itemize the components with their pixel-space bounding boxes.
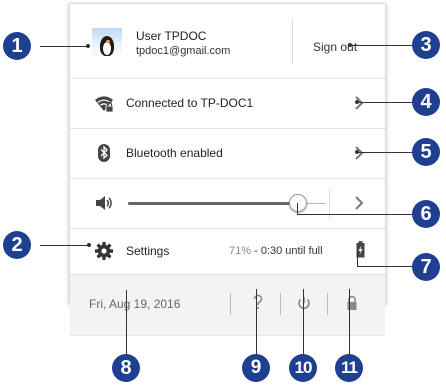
- callout-10: 10: [289, 354, 317, 382]
- callout-5: 5: [412, 138, 440, 166]
- date-label: Fri, Aug 19, 2016: [89, 297, 181, 311]
- leader-line: [357, 266, 412, 267]
- battery-separator: -: [251, 245, 261, 257]
- leader-line: [349, 289, 350, 355]
- system-tray-menu: User TPDOC tpdoc1@gmail.com Sign out Con…: [69, 3, 386, 336]
- leader-line: [40, 46, 87, 47]
- leader-dot: [355, 150, 359, 154]
- wifi-locked-icon: [95, 96, 114, 113]
- bluetooth-label: Bluetooth enabled: [126, 146, 223, 160]
- leader-dot: [355, 100, 359, 104]
- callout-7: 7: [412, 253, 440, 281]
- network-row[interactable]: Connected to TP-DOC1: [70, 79, 385, 129]
- bluetooth-row[interactable]: Bluetooth enabled: [70, 129, 385, 179]
- leader-dot: [348, 43, 352, 47]
- battery-percent: 71%: [229, 245, 252, 257]
- power-icon[interactable]: [294, 292, 314, 314]
- leader-dot: [86, 44, 90, 48]
- leader-line: [256, 289, 257, 355]
- user-avatar: [92, 28, 122, 58]
- callout-8: 8: [112, 354, 140, 382]
- leader-line: [350, 45, 412, 46]
- network-label: Connected to TP-DOC1: [126, 96, 254, 110]
- divider: [327, 293, 328, 315]
- leader-line: [357, 152, 412, 153]
- leader-line: [297, 214, 412, 215]
- lock-icon[interactable]: [342, 292, 362, 314]
- settings-row: Settings 71% - 0:30 until full: [70, 229, 385, 274]
- battery-time-left: 0:30 until full: [260, 245, 323, 257]
- callout-2: 2: [3, 231, 31, 259]
- footer-bar: Fri, Aug 19, 2016: [70, 274, 385, 336]
- volume-slider-track[interactable]: [128, 202, 298, 205]
- user-email: tpdoc1@gmail.com: [136, 45, 231, 57]
- leader-line: [126, 290, 127, 355]
- callout-9: 9: [242, 354, 270, 382]
- callout-4: 4: [412, 88, 440, 116]
- divider: [230, 293, 231, 315]
- battery-status: 71% - 0:30 until full: [229, 245, 323, 257]
- callout-11: 11: [335, 354, 363, 382]
- volume-row: [70, 179, 385, 229]
- settings-label[interactable]: Settings: [126, 244, 169, 258]
- help-icon[interactable]: [248, 292, 268, 314]
- divider: [292, 20, 293, 64]
- leader-line: [297, 203, 298, 215]
- divider: [280, 293, 281, 315]
- callout-3: 3: [412, 31, 440, 59]
- volume-slider-thumb[interactable]: [289, 194, 307, 212]
- leader-dot: [87, 243, 91, 247]
- speaker-icon[interactable]: [94, 193, 114, 213]
- bluetooth-icon: [98, 144, 110, 162]
- chevron-right-icon[interactable]: [353, 194, 365, 212]
- user-row: User TPDOC tpdoc1@gmail.com Sign out: [70, 4, 385, 79]
- leader-line: [40, 245, 88, 246]
- gear-icon[interactable]: [94, 241, 114, 261]
- callout-1: 1: [3, 32, 31, 60]
- leader-line: [357, 102, 412, 103]
- leader-line: [303, 289, 304, 355]
- callout-6: 6: [412, 200, 440, 228]
- leader-line: [357, 252, 358, 267]
- user-name: User TPDOC: [136, 29, 207, 43]
